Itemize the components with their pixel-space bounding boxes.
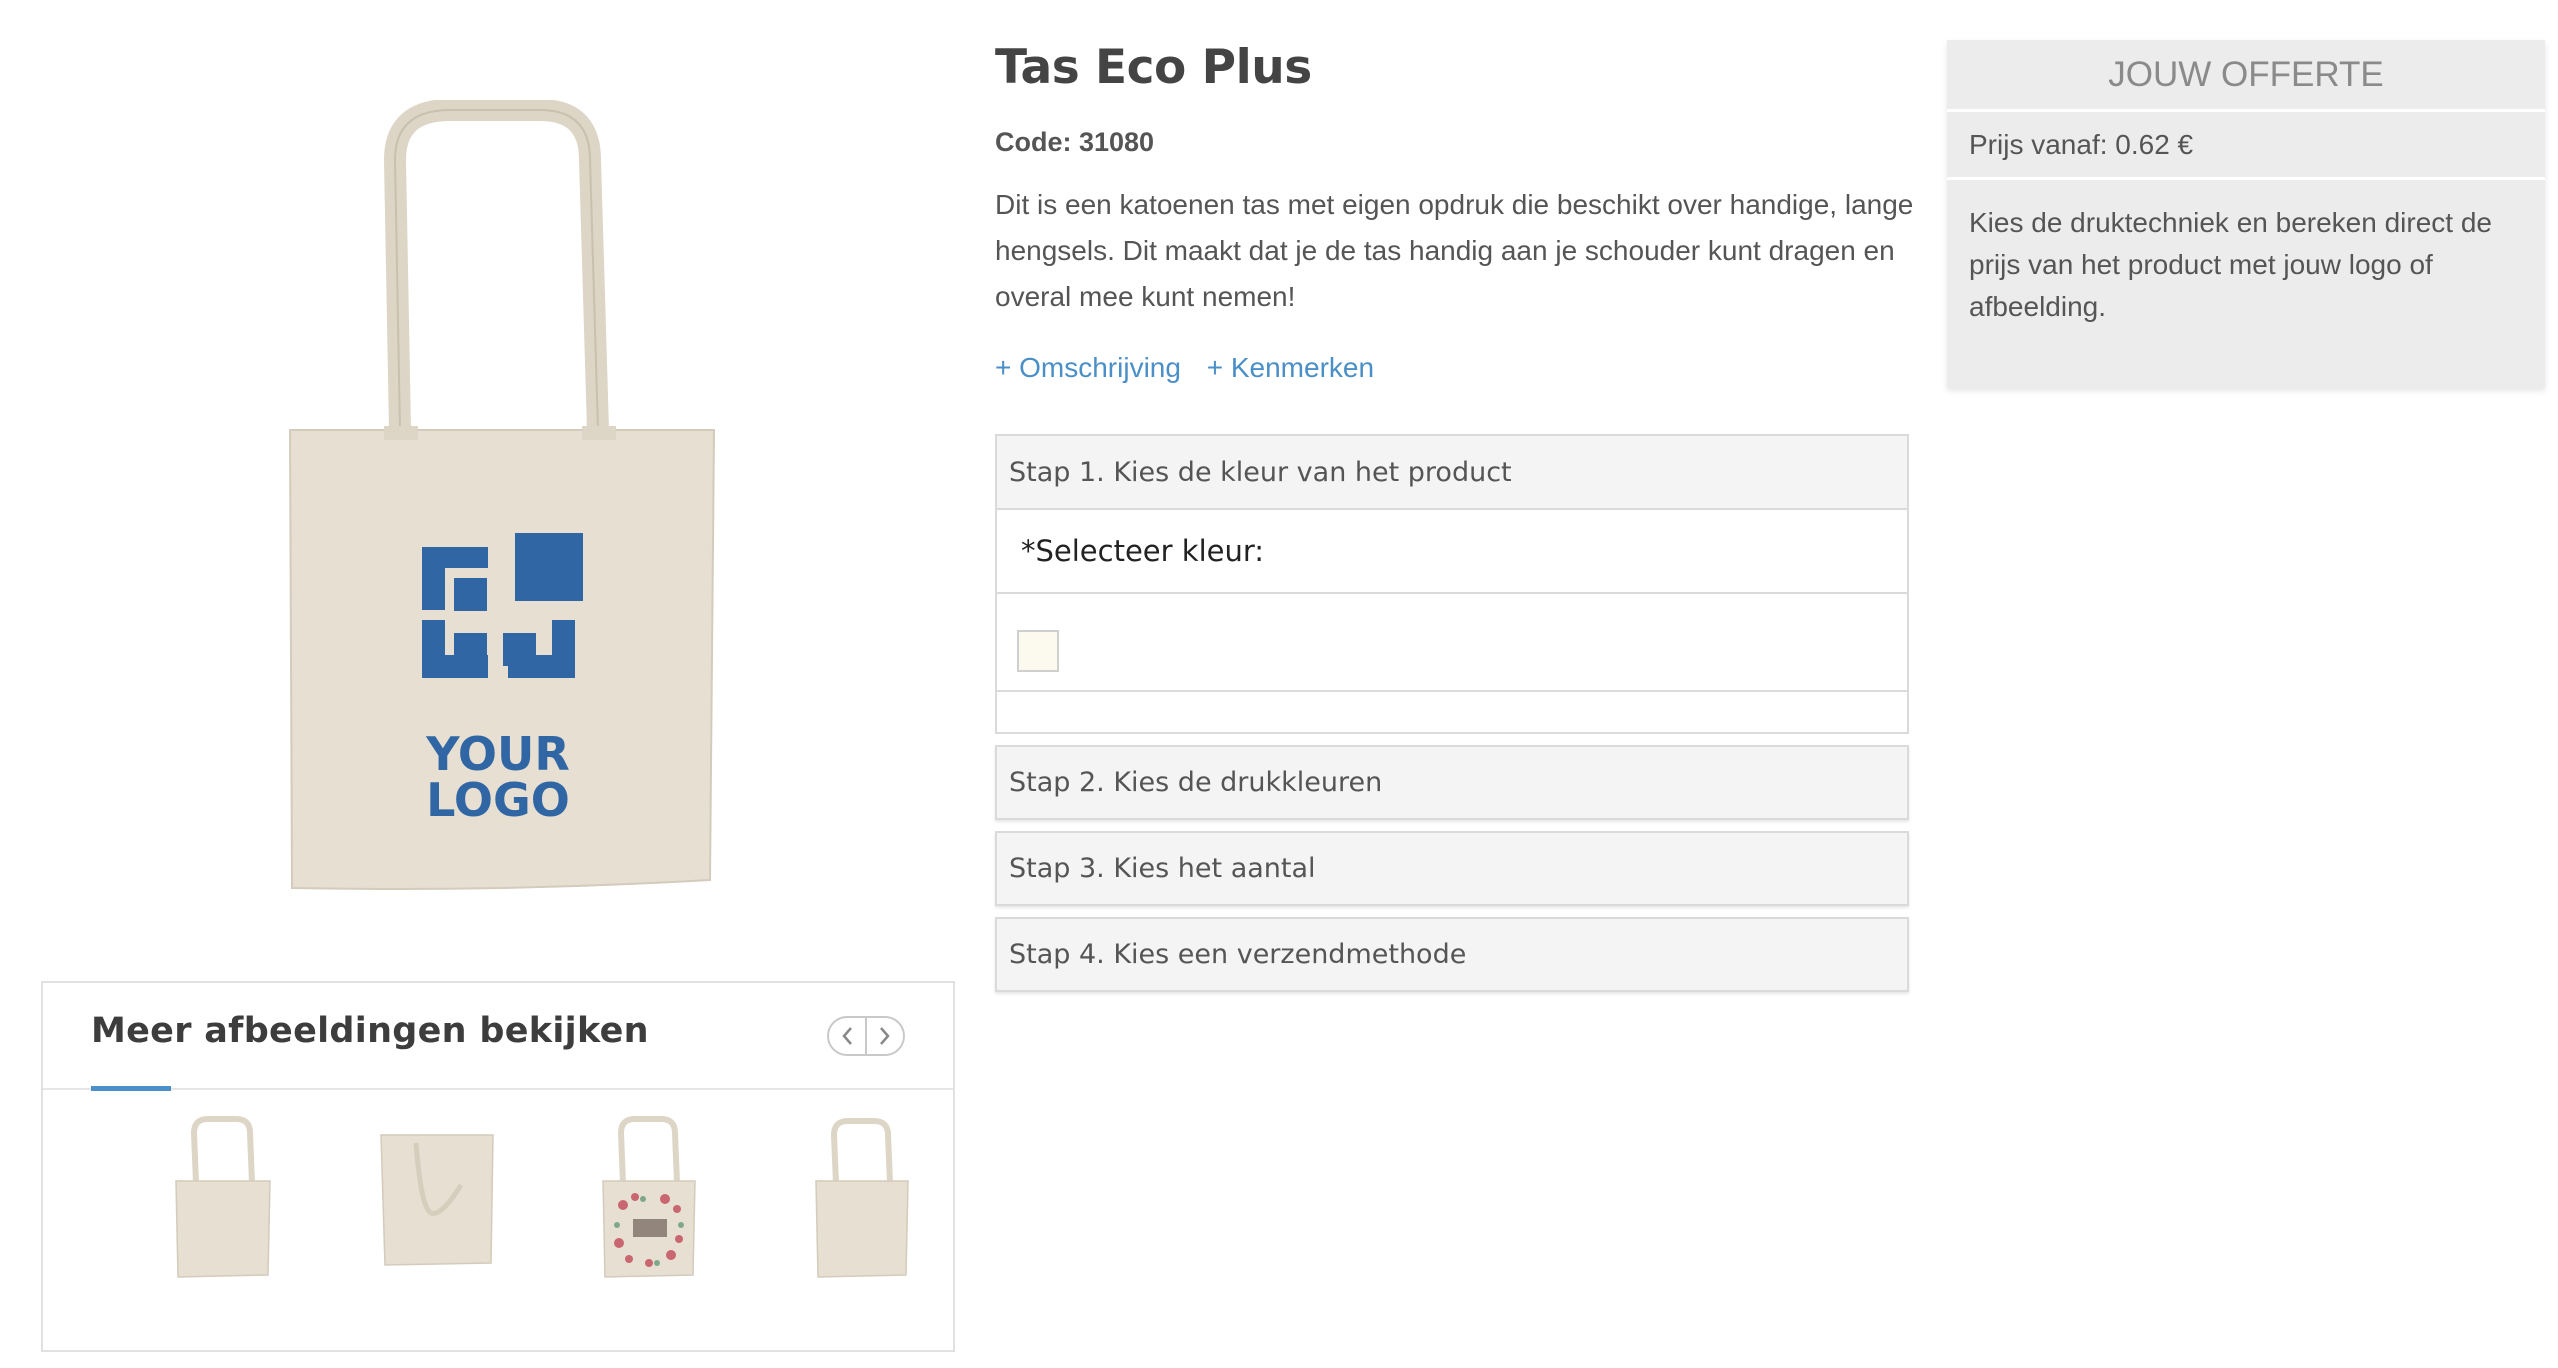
thumbnail-2[interactable] bbox=[361, 1113, 511, 1303]
step-3-header[interactable]: Stap 3. Kies het aantal bbox=[995, 831, 1909, 906]
tote-bag-thumbnail bbox=[602, 1116, 696, 1278]
select-color-label: *Selecteer kleur: bbox=[997, 510, 1907, 594]
gallery-prev-button[interactable] bbox=[829, 1018, 865, 1054]
tote-bag-thumbnail bbox=[175, 1116, 271, 1278]
color-swatch-row bbox=[997, 594, 1907, 692]
step-1-header[interactable]: Stap 1. Kies de kleur van het product bbox=[997, 436, 1907, 510]
quote-title: JOUW OFFERTE bbox=[1947, 40, 2545, 112]
step-4-header[interactable]: Stap 4. Kies een verzendmethode bbox=[995, 917, 1909, 992]
gallery-title: Meer afbeeldingen bekijken bbox=[91, 1011, 649, 1051]
thumbnail-1[interactable] bbox=[148, 1113, 298, 1303]
product-image: YOUR LOGO bbox=[270, 99, 730, 900]
chevron-left-icon bbox=[842, 1027, 852, 1045]
step-2-header[interactable]: Stap 2. Kies de drukkleuren bbox=[995, 745, 1909, 820]
omschrijving-link[interactable]: + Omschrijving bbox=[995, 352, 1181, 383]
product-description: Dit is een katoenen tas met eigen opdruk… bbox=[995, 189, 1914, 312]
gallery-thumbnails bbox=[43, 1113, 953, 1313]
tote-bag-image: YOUR LOGO bbox=[288, 99, 716, 890]
tote-bag-thumbnail bbox=[815, 1118, 909, 1278]
thumbnail-4[interactable] bbox=[786, 1113, 936, 1303]
tote-bag-thumbnail bbox=[380, 1134, 494, 1266]
product-links: + Omschrijving + Kenmerken bbox=[995, 352, 1392, 384]
gallery-title-underline bbox=[91, 1086, 171, 1091]
quote-instructions: Kies de druktechniek en bereken direct d… bbox=[1969, 207, 2492, 322]
quote-price: Prijs vanaf: 0.62 € bbox=[1947, 112, 2545, 180]
step-1-panel: Stap 1. Kies de kleur van het product *S… bbox=[995, 434, 1909, 734]
gallery-divider bbox=[43, 1088, 953, 1090]
color-swatch-natural[interactable] bbox=[1017, 630, 1059, 672]
chevron-right-icon bbox=[880, 1027, 890, 1045]
thumbnail-3[interactable] bbox=[573, 1113, 723, 1303]
gallery-next-button[interactable] bbox=[865, 1018, 903, 1054]
gallery-panel: Meer afbeeldingen bekijken bbox=[41, 981, 955, 1352]
logo-text-logo: LOGO bbox=[426, 773, 570, 827]
quote-panel: JOUW OFFERTE Prijs vanaf: 0.62 € Kies de… bbox=[1947, 40, 2545, 388]
product-title: Tas Eco Plus bbox=[995, 40, 1312, 95]
product-code: Code: 31080 bbox=[995, 127, 1155, 157]
gallery-navigation bbox=[827, 1016, 905, 1056]
kenmerken-link[interactable]: + Kenmerken bbox=[1207, 352, 1374, 383]
